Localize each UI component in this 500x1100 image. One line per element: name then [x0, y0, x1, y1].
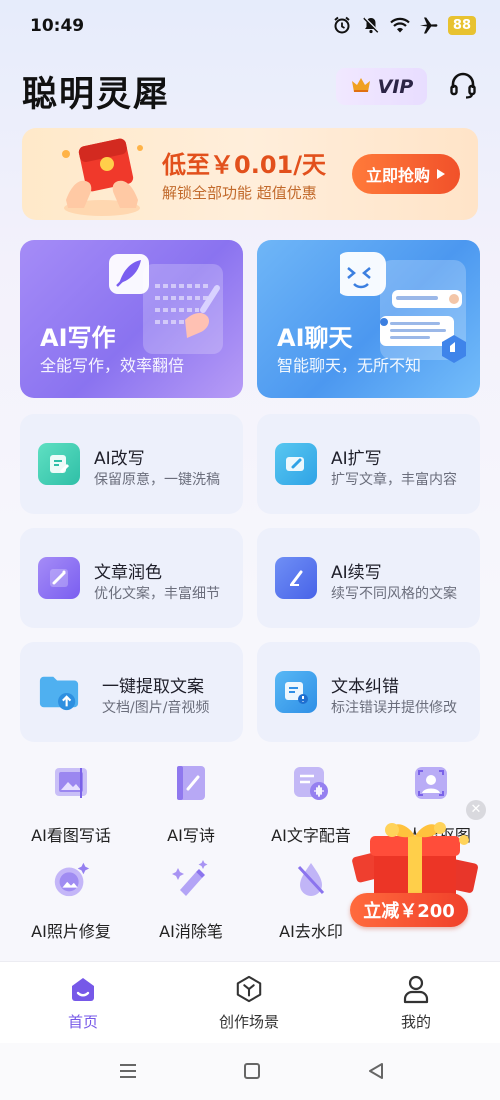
feature-title: 文本纠错: [331, 677, 399, 697]
nav-home[interactable]: 首页: [33, 974, 133, 1034]
eraser-icon: [170, 858, 212, 900]
nav-label: 首页: [67, 1013, 98, 1031]
status-bar: 10:49 88: [0, 0, 500, 56]
cube-icon: [235, 974, 263, 1004]
feature-extract-text[interactable]: 一键提取文案 文档/图片/音视频: [20, 642, 243, 742]
crown-icon: [350, 76, 372, 98]
customer-service-button[interactable]: [446, 70, 480, 104]
feature-title: 文章润色: [94, 563, 162, 583]
vip-label: VIP: [377, 75, 414, 98]
polish-icon: [38, 557, 80, 599]
vip-button[interactable]: VIP: [336, 68, 427, 105]
feature-ai-continue[interactable]: AI续写 续写不同风格的文案: [257, 528, 480, 628]
menu-icon[interactable]: [116, 1059, 140, 1083]
portrait-icon: [410, 762, 452, 804]
ai-chat-card[interactable]: AI聊天 智能聊天，无所不知: [257, 240, 480, 398]
mute-icon: [361, 15, 381, 35]
feature-subtitle: 标注错误并提供修改: [331, 700, 457, 716]
folder-upload-icon: [38, 671, 80, 713]
buy-now-label: 立即抢购: [365, 166, 430, 185]
bottom-nav: 首页 创作场景 我的: [0, 961, 500, 1043]
headset-icon: [448, 70, 478, 104]
voice-icon: [290, 762, 332, 804]
user-icon: [402, 974, 430, 1004]
tool-poem[interactable]: AI写诗: [136, 762, 246, 852]
promo-title: 低至￥0.01/天: [162, 151, 326, 179]
play-arrow-icon: [436, 165, 446, 184]
status-time: 10:49: [30, 16, 85, 36]
feature-subtitle: 保留原意，一键洗稿: [94, 472, 220, 488]
feature-title: AI续写: [331, 563, 382, 583]
feature-subtitle: 续写不同风格的文案: [331, 586, 457, 602]
ai-write-title: AI写作: [40, 324, 116, 352]
promo-banner[interactable]: 低至￥0.01/天 解锁全部功能 超值优惠 立即抢购: [22, 128, 478, 220]
coupon-discount-label[interactable]: 立减￥200: [350, 893, 468, 927]
ai-write-subtitle: 全能写作，效率翻倍: [40, 356, 185, 375]
writing-pen-icon: [103, 250, 233, 364]
tool-label: AI照片修复: [31, 922, 111, 941]
airplane-icon: [419, 15, 439, 35]
buy-now-button[interactable]: 立即抢购: [352, 154, 460, 194]
nav-profile[interactable]: 我的: [366, 974, 466, 1034]
feature-subtitle: 优化文案，丰富细节: [94, 586, 220, 602]
ai-write-card[interactable]: AI写作 全能写作，效率翻倍: [20, 240, 243, 398]
tool-eraser[interactable]: AI消除笔: [136, 858, 246, 948]
expand-icon: [275, 443, 317, 485]
status-icons: 88: [332, 15, 476, 35]
home-square-icon[interactable]: [240, 1059, 264, 1083]
promo-subtitle: 解锁全部功能 超值优惠: [162, 184, 317, 202]
red-envelope-icon: [52, 134, 152, 218]
close-coupon-button[interactable]: ✕: [466, 800, 486, 820]
nav-creation-scenes[interactable]: 创作场景: [199, 974, 299, 1034]
wifi-icon: [390, 15, 410, 35]
home-icon: [69, 974, 97, 1004]
feature-subtitle: 扩写文章，丰富内容: [331, 472, 457, 488]
poem-icon: [170, 762, 212, 804]
close-icon: ✕: [470, 802, 482, 817]
feature-polish[interactable]: 文章润色 优化文案，丰富细节: [20, 528, 243, 628]
ai-chat-title: AI聊天: [277, 324, 353, 352]
feature-ai-expand[interactable]: AI扩写 扩写文章，丰富内容: [257, 414, 480, 514]
feature-title: AI改写: [94, 449, 145, 469]
alarm-icon: [332, 15, 352, 35]
continue-icon: [275, 557, 317, 599]
tool-label: AI看图写话: [31, 826, 111, 845]
feature-subtitle: 文档/图片/音视频: [102, 700, 210, 716]
nav-label: 创作场景: [218, 1013, 279, 1031]
photo-repair-icon: [50, 858, 92, 900]
battery-indicator: 88: [447, 15, 476, 35]
app-title: 聪明灵犀: [22, 75, 171, 115]
tool-label: AI消除笔: [159, 922, 223, 941]
tool-photo-repair[interactable]: AI照片修复: [16, 858, 126, 948]
proofread-icon: [275, 671, 317, 713]
image-write-icon: [50, 762, 92, 804]
tool-image-write[interactable]: AI看图写话: [16, 762, 126, 852]
nav-label: 我的: [400, 1013, 431, 1031]
watermark-icon: [290, 858, 332, 900]
feature-proofread[interactable]: 文本纠错 标注错误并提供修改: [257, 642, 480, 742]
feature-ai-rewrite[interactable]: AI改写 保留原意，一键洗稿: [20, 414, 243, 514]
system-nav-bar: [0, 1043, 500, 1100]
ai-chat-subtitle: 智能聊天，无所不知: [277, 356, 422, 375]
tool-label: AI写诗: [167, 826, 215, 845]
rewrite-icon: [38, 443, 80, 485]
feature-title: AI扩写: [331, 449, 382, 469]
feature-title: 一键提取文案: [102, 677, 204, 697]
back-triangle-icon[interactable]: [364, 1059, 388, 1083]
